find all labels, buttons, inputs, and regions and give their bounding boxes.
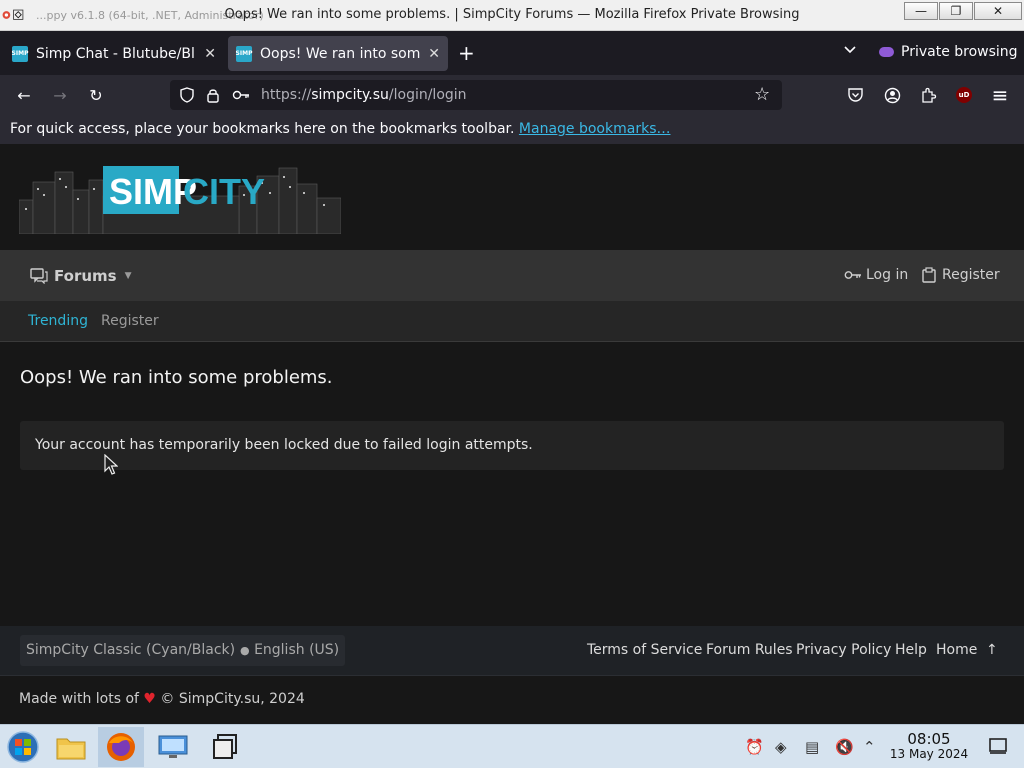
- manage-bookmarks-link[interactable]: Manage bookmarks…: [519, 121, 671, 137]
- navigation-toolbar: ← → ↻ https://simpcity.su/login/login ☆ …: [0, 75, 1024, 115]
- caret-down-icon: ▼: [124, 271, 132, 281]
- copyright-bar: Made with lots of ♥ © SimpCity.su, 2024: [0, 676, 1024, 724]
- shield-icon[interactable]: [179, 87, 195, 103]
- show-desktop-icon[interactable]: [989, 738, 1007, 754]
- error-message: Your account has temporarily been locked…: [35, 437, 533, 453]
- alarm-icon[interactable]: ⏰: [745, 738, 764, 756]
- private-browsing-indicator: Private browsing: [879, 44, 1018, 60]
- key-icon: [844, 271, 861, 279]
- clock-date: 13 May 2024: [889, 747, 969, 761]
- window-titlebar: ...ppy v6.1.8 (64-bit, .NET, Administrat…: [0, 0, 1024, 31]
- clipboard-icon: [922, 267, 936, 283]
- simpcity-favicon-icon: SIMP: [236, 45, 252, 62]
- reload-button[interactable]: ↻: [86, 85, 106, 105]
- url-bar[interactable]: https://simpcity.su/login/login ☆: [170, 80, 782, 110]
- globe-icon: ●: [240, 644, 250, 657]
- tab-label: Oops! We ran into some: [260, 45, 421, 62]
- window-title: Oops! We ran into some problems. | SimpC…: [224, 7, 800, 22]
- tab-strip: SIMP Simp Chat - Blutube/Blul ✕ SIMP Oop…: [0, 31, 1024, 75]
- clipboard-tray-icon[interactable]: ▤: [805, 738, 819, 756]
- copyright-text[interactable]: © SimpCity.su, 2024: [160, 691, 304, 707]
- bookmark-star-icon[interactable]: ☆: [754, 84, 770, 105]
- footer-link-privacy[interactable]: Privacy Policy: [796, 642, 891, 658]
- sub-nav-bar: Trending Register: [0, 301, 1024, 342]
- minimize-button[interactable]: —: [904, 2, 938, 20]
- logo-text-city: CITY: [183, 171, 265, 212]
- heart-icon: ♥: [143, 691, 156, 707]
- error-message-block: Your account has temporarily been locked…: [20, 421, 1004, 470]
- firefox-icon: [107, 733, 135, 761]
- bookmarks-message: For quick access, place your bookmarks h…: [10, 121, 515, 137]
- subnav-register-link[interactable]: Register: [101, 313, 159, 329]
- tab-simp-chat[interactable]: SIMP Simp Chat - Blutube/Blul ✕: [4, 36, 224, 71]
- footer-link-rules[interactable]: Forum Rules: [706, 642, 793, 658]
- tab-close-icon[interactable]: ✕: [428, 46, 440, 62]
- register-link[interactable]: Register: [922, 267, 1000, 283]
- forward-button[interactable]: →: [50, 85, 70, 105]
- copyright-prefix: Made with lots of: [19, 691, 139, 707]
- language-chooser-button[interactable]: ● English (US): [234, 635, 346, 666]
- windows-start-icon: [7, 731, 39, 763]
- clock-time: 08:05: [907, 730, 951, 748]
- language-label: English (US): [254, 642, 340, 658]
- url-scheme: https://: [261, 87, 312, 103]
- comments-icon: [30, 268, 48, 284]
- page-content: SIMP CITY Forums ▼ Log in Register Trend…: [0, 144, 1024, 724]
- bookmarks-toolbar: For quick access, place your bookmarks h…: [0, 115, 1024, 144]
- close-button[interactable]: ✕: [974, 2, 1022, 20]
- nav-forums-label: Forums: [54, 267, 117, 285]
- tab-label: Simp Chat - Blutube/Blul: [36, 45, 197, 62]
- taskbar-firefox[interactable]: [98, 727, 144, 767]
- site-header: SIMP CITY: [0, 144, 1024, 250]
- url-path: /login/login: [388, 87, 467, 103]
- style-chooser-button[interactable]: SimpCity Classic (Cyan/Black): [20, 635, 242, 666]
- private-mask-icon: [879, 47, 894, 57]
- subnav-trending-link[interactable]: Trending: [28, 313, 88, 329]
- volume-muted-icon[interactable]: 🔇: [835, 738, 854, 756]
- monitor-icon: [158, 735, 188, 758]
- clock[interactable]: 08:05 13 May 2024: [889, 731, 969, 761]
- register-label: Register: [942, 267, 1000, 283]
- window-stack-icon: [213, 734, 237, 759]
- pocket-icon[interactable]: [847, 87, 864, 103]
- footer-link-terms[interactable]: Terms of Service: [587, 642, 702, 658]
- taskbar-windows-switcher[interactable]: [202, 727, 248, 767]
- taskbar: ⏰ ◈ ▤ 🔇 ⌃ 08:05 13 May 2024: [0, 724, 1024, 768]
- key-icon[interactable]: [232, 89, 250, 101]
- login-label: Log in: [866, 267, 909, 283]
- extensions-icon[interactable]: [920, 86, 937, 104]
- tab-oops[interactable]: SIMP Oops! We ran into some ✕: [228, 36, 448, 71]
- window-controls: — ❐ ✕: [903, 2, 1022, 20]
- new-tab-button[interactable]: +: [458, 43, 475, 63]
- mouse-cursor-icon: [104, 454, 118, 475]
- url-text[interactable]: https://simpcity.su/login/login: [261, 87, 467, 103]
- network-icon[interactable]: ◈: [775, 738, 787, 756]
- back-button[interactable]: ←: [14, 85, 34, 105]
- footer-link-help[interactable]: Help: [895, 642, 927, 658]
- site-nav-bar: Forums ▼ Log in Register: [0, 250, 1024, 301]
- footer-bar: SimpCity Classic (Cyan/Black) ● English …: [0, 626, 1024, 676]
- simpcity-logo[interactable]: SIMP CITY: [19, 162, 341, 234]
- account-icon[interactable]: [884, 87, 901, 104]
- footer-link-home[interactable]: Home: [936, 642, 977, 658]
- app-menu-button[interactable]: ≡: [990, 83, 1010, 107]
- list-all-tabs-button[interactable]: [843, 44, 857, 58]
- start-button[interactable]: [0, 727, 46, 767]
- private-browsing-label: Private browsing: [901, 44, 1018, 60]
- maximize-button[interactable]: ❐: [939, 2, 973, 20]
- nav-forums-tab[interactable]: Forums ▼: [20, 257, 142, 295]
- login-link[interactable]: Log in: [844, 267, 908, 283]
- simpcity-favicon-icon: SIMP: [12, 45, 28, 62]
- taskbar-explorer[interactable]: [48, 727, 94, 767]
- url-host: simpcity.su: [311, 87, 389, 103]
- show-hidden-icons-chevron-up-icon[interactable]: ⌃: [863, 738, 876, 756]
- folder-icon: [56, 738, 86, 760]
- lock-icon[interactable]: [206, 87, 220, 103]
- page-title: Oops! We ran into some problems.: [20, 367, 333, 388]
- tab-close-icon[interactable]: ✕: [204, 46, 216, 62]
- taskbar-remote-desktop[interactable]: [150, 727, 196, 767]
- ublock-icon[interactable]: uD: [956, 87, 972, 103]
- chevron-down-icon: [844, 46, 856, 54]
- back-to-top-icon[interactable]: ↑: [986, 642, 998, 658]
